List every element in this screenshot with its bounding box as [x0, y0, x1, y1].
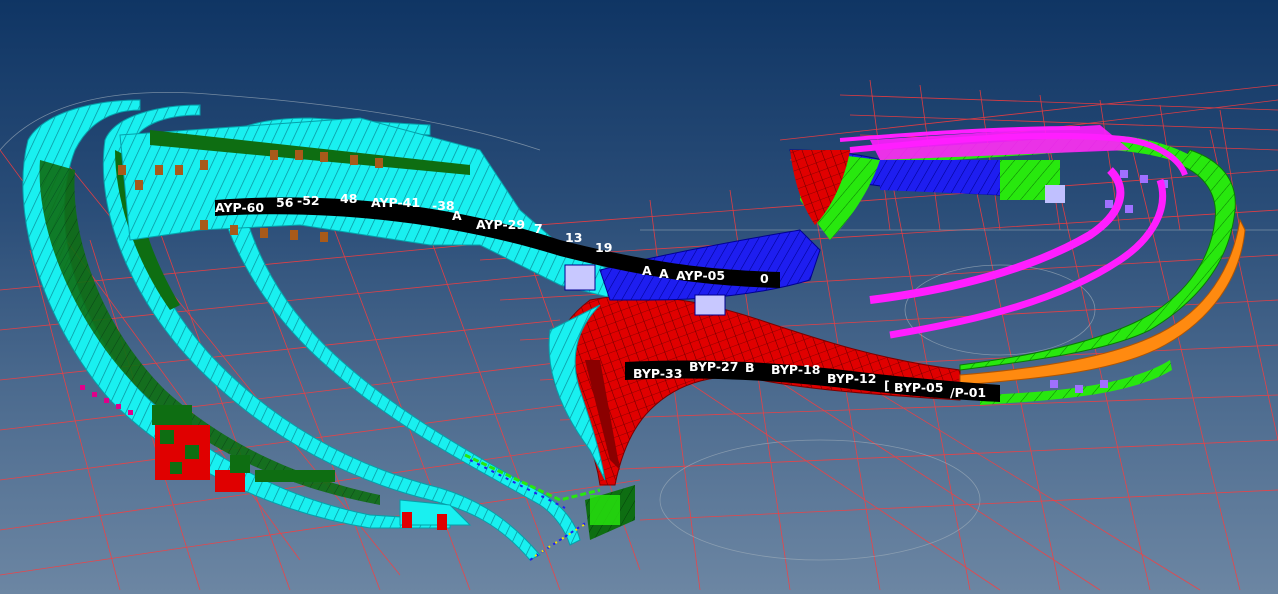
byp-label: [: [884, 378, 890, 393]
ayp-label: 13: [565, 230, 582, 245]
ayp-label: AYP-29: [476, 217, 525, 232]
ayp-label: -52: [297, 193, 320, 208]
ayp-label: 56: [276, 195, 294, 210]
byp-label: BYP-18: [771, 362, 820, 377]
structural-model-scene: AYP-60 56 -52 48 AYP-41 -38 A AYP-29 7 1…: [0, 79, 1278, 591]
ayp-label: AYP-05: [676, 268, 725, 283]
ayp-label: 19: [595, 240, 612, 255]
3d-model-viewport[interactable]: AYP-60 56 -52 48 AYP-41 -38 A AYP-29 7 1…: [0, 0, 1278, 594]
green-red-wedge: [790, 150, 880, 240]
ayp-label: 7: [534, 221, 543, 236]
byp-label: /P-01: [950, 385, 986, 400]
ayp-label: AYP-60: [215, 200, 264, 215]
byp-label: BYP-12: [827, 371, 876, 386]
byp-label: BYP-33: [633, 366, 682, 381]
byp-label: BYP-05: [894, 380, 943, 395]
ayp-label: 0: [760, 271, 769, 286]
ayp-label: A: [452, 208, 462, 223]
ayp-label: AYP-41: [371, 195, 420, 210]
ayp-label: A: [642, 263, 652, 278]
byp-label: BYP-27: [689, 359, 738, 374]
cyan-ribbon-structure: [22, 99, 621, 561]
byp-label: B: [745, 360, 755, 375]
ayp-label: A: [659, 266, 669, 281]
ayp-label: 48: [340, 191, 357, 206]
